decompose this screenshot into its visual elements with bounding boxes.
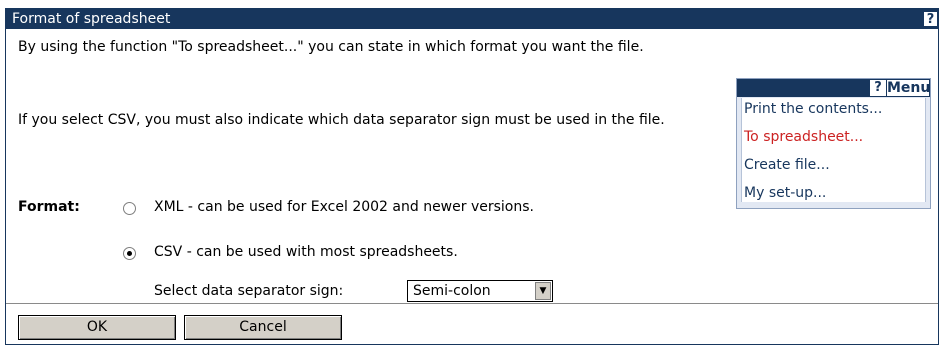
format-dialog: Format of spreadsheet ? By using the fun… (5, 8, 939, 345)
menu-item-print-contents[interactable]: Print the contents... (744, 101, 882, 117)
separator-value: Semi-colon (413, 283, 491, 299)
xml-option-label[interactable]: XML - can be used for Excel 2002 and new… (154, 199, 534, 215)
menu-panel: ? Menu Print the contents... To spreadsh… (736, 78, 931, 209)
dialog-title: Format of spreadsheet (12, 11, 171, 27)
menu-item-to-spreadsheet[interactable]: To spreadsheet... (744, 129, 863, 145)
format-label: Format: (18, 199, 80, 215)
dialog-content: By using the function "To spreadsheet...… (6, 30, 938, 304)
menu-header: ? Menu (737, 79, 930, 97)
ok-button[interactable]: OK (18, 315, 176, 340)
separator-select[interactable]: Semi-colon ▼ (407, 280, 553, 302)
menu-item-create-file[interactable]: Create file... (744, 157, 830, 173)
xml-radio[interactable] (123, 202, 136, 215)
intro-paragraph: By using the function "To spreadsheet...… (18, 39, 644, 55)
dialog-footer: OK Cancel (6, 304, 938, 344)
menu-item-my-setup[interactable]: My set-up... (744, 185, 826, 201)
menu-help-icon[interactable]: ? (870, 80, 886, 96)
help-icon[interactable]: ? (923, 11, 938, 27)
menu-list: Print the contents... To spreadsheet... … (741, 98, 926, 202)
separator-label: Select data separator sign: (154, 283, 344, 299)
dialog-titlebar: Format of spreadsheet ? (6, 9, 938, 29)
menu-title: Menu (887, 80, 931, 96)
dropdown-arrow-icon[interactable]: ▼ (535, 282, 551, 300)
cancel-button[interactable]: Cancel (184, 315, 342, 340)
csv-radio[interactable] (123, 247, 136, 260)
csv-paragraph: If you select CSV, you must also indicat… (18, 112, 665, 128)
csv-option-label[interactable]: CSV - can be used with most spreadsheets… (154, 244, 458, 260)
